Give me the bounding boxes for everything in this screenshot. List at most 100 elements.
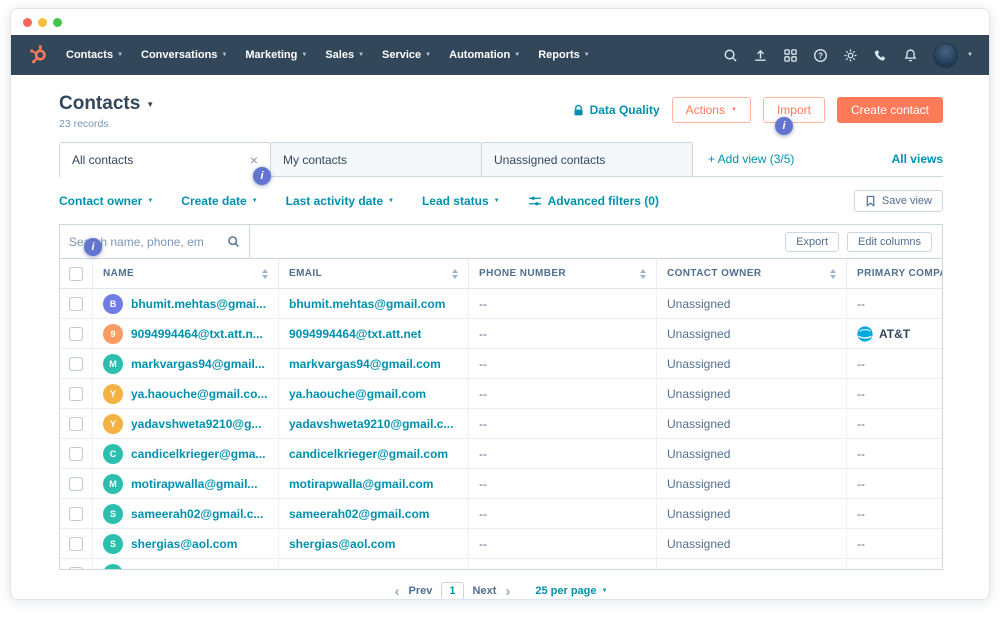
contact-email-link[interactable]: sameerah02@gmail.com [289, 507, 429, 521]
row-checkbox[interactable] [69, 566, 83, 569]
contact-name-link[interactable]: bhumit.mehtas@gmai... [131, 297, 266, 311]
sort-icon[interactable] [824, 268, 836, 279]
table-row[interactable]: Mmotirapwalla@gmail... motirapwalla@gmail… [60, 469, 942, 499]
phone-icon[interactable] [873, 48, 888, 63]
nav-item-sales[interactable]: Sales ▼ [316, 49, 373, 61]
contact-name-link[interactable]: yadavshweta9210@g... [131, 417, 261, 431]
nav-item-contacts[interactable]: Contacts ▼ [57, 49, 132, 61]
chevron-left-icon[interactable]: ‹ [395, 584, 400, 599]
next-button[interactable]: Next [473, 585, 497, 597]
contact-name-link[interactable]: motirapwalla@gmail... [131, 477, 257, 491]
filter-dropdown[interactable]: Contact owner ▼ [59, 194, 153, 208]
contact-email-link[interactable]: markvargas94@gmail.com [289, 357, 441, 371]
nav-item-marketing[interactable]: Marketing ▼ [236, 49, 316, 61]
column-header[interactable]: PHONE NUMBER [468, 259, 656, 288]
contact-name-link[interactable]: candicelkrieger@gma... [131, 447, 265, 461]
row-checkbox[interactable] [69, 416, 83, 431]
column-header[interactable]: CONTACT OWNER [656, 259, 846, 288]
table-row[interactable]: Ssameerah02@gmail.c... sameerah02@gmail.c… [60, 499, 942, 529]
row-checkbox[interactable] [69, 536, 83, 551]
per-page-dropdown[interactable]: 25 per page ▼ [535, 585, 607, 597]
row-checkbox[interactable] [69, 476, 83, 491]
contact-email-link[interactable]: motirapwalla@gmail.com [289, 477, 433, 491]
filter-dropdown[interactable]: Create date ▼ [181, 194, 257, 208]
nav-item-conversations[interactable]: Conversations ▼ [132, 49, 236, 61]
table-row[interactable]: Ccandicelkrieger@gma... candicelkrieger@g… [60, 439, 942, 469]
upload-icon[interactable] [753, 48, 768, 63]
contact-name-link[interactable]: shergias@aol.com [131, 537, 237, 551]
minimize-button[interactable] [38, 17, 47, 27]
advanced-filters-button[interactable]: Advanced filters (0) [528, 194, 659, 208]
nav-item-automation[interactable]: Automation ▼ [440, 49, 529, 61]
column-header[interactable]: PRIMARY COMPANY [846, 259, 942, 288]
contact-name-link[interactable]: sameerah02@gmail.c... [131, 507, 263, 521]
filter-dropdown[interactable]: Lead status ▼ [422, 194, 500, 208]
table-row[interactable]: Yya.haouche@gmail.co... ya.haouche@gmail.… [60, 379, 942, 409]
contact-email-link[interactable]: 9094994464@txt.att.net [289, 327, 421, 341]
close-icon[interactable]: × [250, 153, 258, 167]
export-button[interactable]: Export [785, 231, 840, 252]
add-view-button[interactable]: + Add view (3/5) [708, 152, 794, 166]
coachmark-create-date[interactable]: i [253, 167, 271, 185]
contact-email-link[interactable]: shergias@aol.com [289, 537, 395, 551]
sort-icon[interactable] [256, 268, 268, 279]
coachmark-search[interactable]: i [84, 238, 102, 256]
contact-name-link[interactable]: 9094994464@txt.att.n... [131, 327, 263, 341]
column-header[interactable]: NAME [92, 259, 278, 288]
save-view-button[interactable]: Save view [853, 190, 943, 212]
contact-email-link[interactable]: yadavshweta9210@gmail.c... [289, 417, 453, 431]
data-quality-link[interactable]: Data Quality [572, 103, 660, 117]
settings-icon[interactable] [843, 48, 858, 63]
contact-name-link[interactable]: ya.haouche@gmail.co... [131, 387, 267, 401]
row-checkbox[interactable] [69, 386, 83, 401]
contact-name-link[interactable]: markvargas94@gmail... [131, 357, 265, 371]
sort-icon[interactable] [446, 268, 458, 279]
view-tab[interactable]: Unassigned contacts [481, 142, 693, 176]
table-row[interactable]: Mmarkvargas94@gmail... markvargas94@gmail… [60, 349, 942, 379]
select-all-checkbox[interactable] [69, 266, 83, 281]
owner-value: Unassigned [667, 416, 731, 431]
avatar[interactable] [933, 42, 959, 68]
company-value[interactable]: AT&T [879, 327, 910, 341]
search-icon[interactable] [723, 48, 738, 63]
column-header[interactable]: EMAIL [278, 259, 468, 288]
table-row[interactable]: Sshergias@aol.com shergias@aol.com -- Unass… [60, 529, 942, 559]
view-tab[interactable]: All contacts × [59, 142, 271, 177]
row-checkbox[interactable] [69, 356, 83, 371]
hubspot-logo-icon[interactable] [27, 44, 49, 66]
row-checkbox[interactable] [69, 506, 83, 521]
prev-button[interactable]: Prev [409, 585, 433, 597]
table-row[interactable]: Bbhumit.mehtas@gmai... bhumit.mehtas@gmai… [60, 289, 942, 319]
row-checkbox[interactable] [69, 296, 83, 311]
avatar: M [103, 473, 123, 494]
marketplace-icon[interactable] [783, 48, 798, 63]
current-page-button[interactable]: 1 [441, 582, 464, 599]
actions-button[interactable]: Actions ▼ [671, 97, 751, 123]
table-row[interactable]: Yyadavshweta9210@g... yadavshweta9210@gma… [60, 409, 942, 439]
contact-email-link[interactable]: ya.haouche@gmail.com [289, 387, 426, 401]
create-contact-button[interactable]: Create contact [836, 97, 943, 123]
chevron-down-icon[interactable]: ▼ [967, 52, 973, 58]
import-button[interactable]: Import [762, 97, 825, 123]
edit-columns-button[interactable]: Edit columns [847, 231, 932, 252]
sort-icon[interactable] [634, 268, 646, 279]
contact-email-link[interactable]: bhumit.mehtas@gmail.com [289, 297, 445, 311]
page-title[interactable]: Contacts ▼ [59, 93, 154, 115]
chevron-right-icon[interactable]: › [505, 584, 510, 599]
contact-email-link[interactable]: candicelkrieger@gmail.com [289, 447, 448, 461]
help-icon[interactable]: ? [813, 48, 828, 63]
select-all-cell [60, 259, 92, 288]
all-views-link[interactable]: All views [892, 152, 943, 166]
table-row[interactable]: 9 9094994464@txt.att.n... 9094994464@txt.a… [60, 319, 942, 349]
row-checkbox[interactable] [69, 446, 83, 461]
view-tab[interactable]: My contacts [270, 142, 482, 176]
notifications-icon[interactable] [903, 48, 918, 63]
row-checkbox[interactable] [69, 326, 83, 341]
nav-item-service[interactable]: Service ▼ [373, 49, 440, 61]
filter-dropdown[interactable]: Last activity date ▼ [286, 194, 394, 208]
nav-item-reports[interactable]: Reports ▼ [529, 49, 599, 61]
zoom-button[interactable] [53, 17, 62, 27]
close-button[interactable] [23, 17, 32, 27]
coachmark-import[interactable]: i [775, 117, 793, 135]
table-row[interactable] [60, 559, 942, 569]
